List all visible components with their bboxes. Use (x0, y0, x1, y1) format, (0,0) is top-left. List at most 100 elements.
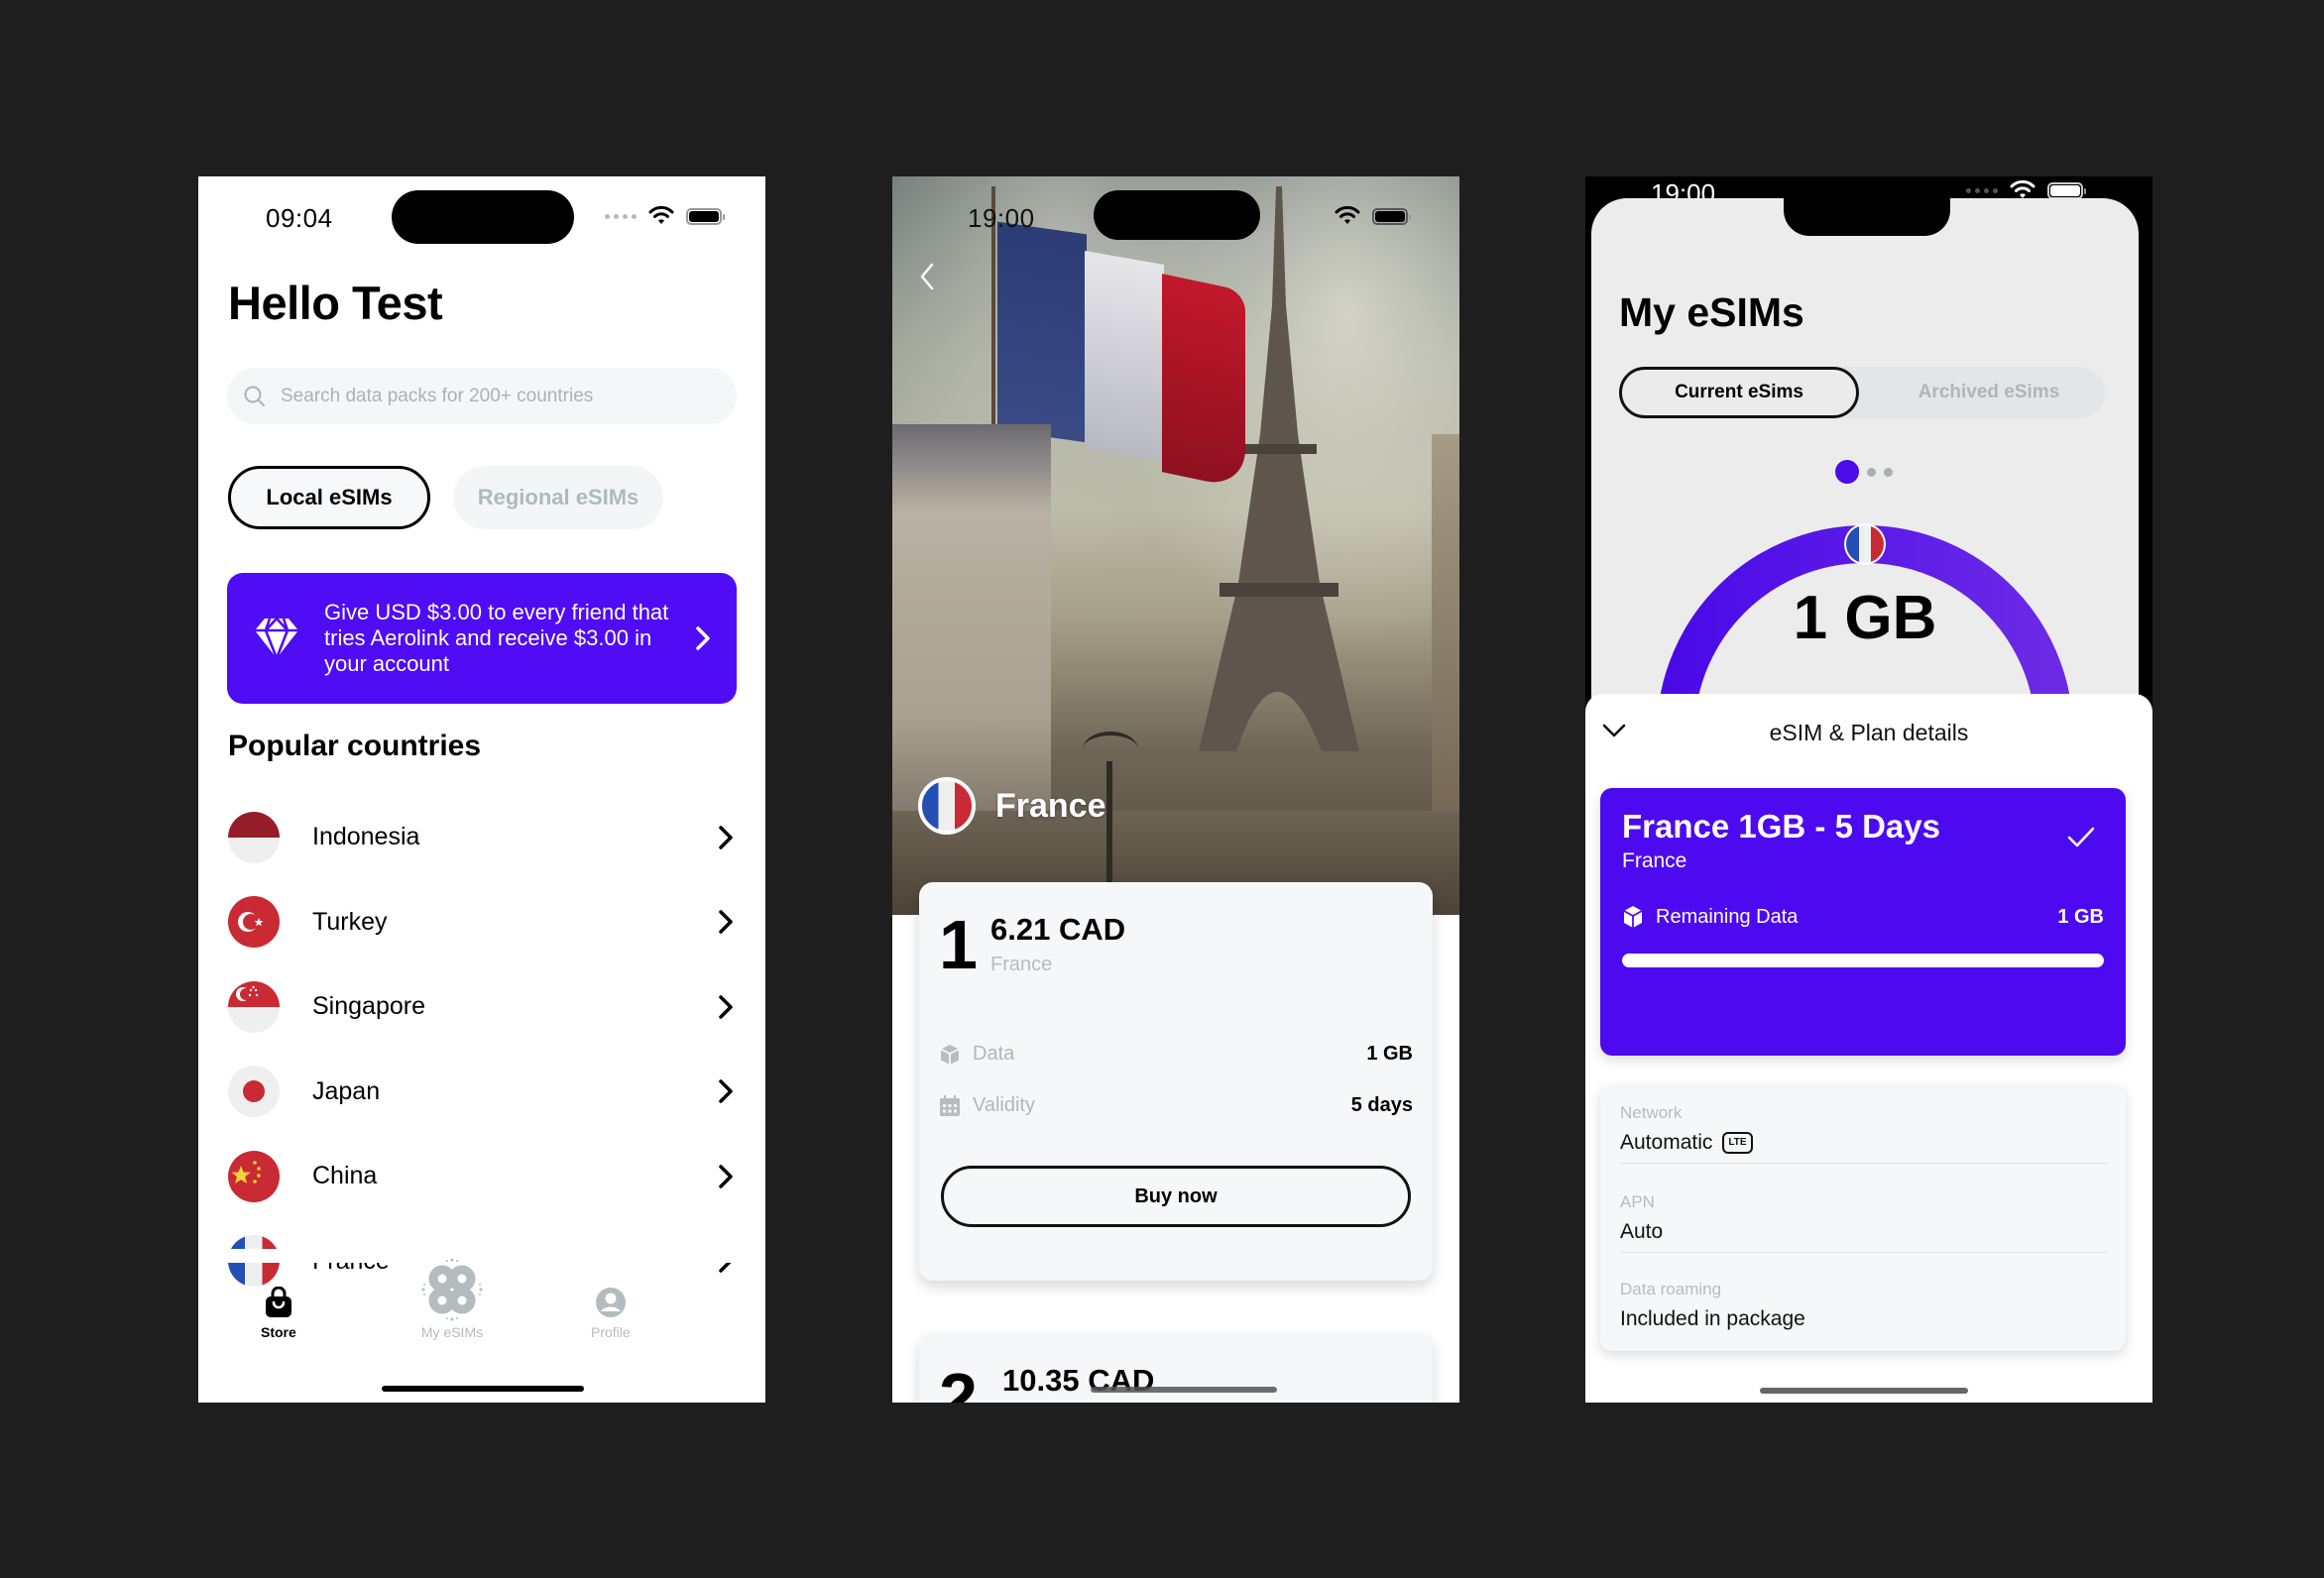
network-label: Network (1620, 1103, 1683, 1122)
status-icons (1966, 180, 2086, 200)
gauge-value: 1 GB (1793, 584, 1937, 652)
store-screen: 09:04 Hello Test Local eSIMs Regional eS… (198, 176, 765, 1403)
plan-index: 1 (939, 906, 978, 983)
tab-archived-esims[interactable]: Archived eSims (1873, 367, 2105, 418)
apn-row: APN Auto (1620, 1192, 2108, 1253)
turkey-flag-icon (228, 896, 280, 949)
profile-icon (595, 1288, 626, 1317)
remaining-data-row: Remaining Data 1 GB (1622, 905, 2104, 929)
buy-now-button[interactable]: Buy now (941, 1166, 1411, 1227)
signal-icon (1966, 187, 1998, 193)
search-icon (244, 386, 265, 406)
my-esims-screen: 19:00 My eSIMs Current eSims Archived eS… (1585, 176, 2152, 1403)
search-bar[interactable] (227, 368, 737, 424)
bottom-tab-bar: Store My eSIMs Profile (198, 1257, 765, 1356)
tab-label: My eSIMs (420, 1324, 484, 1340)
esim-segment-control: Current eSims Archived eSims (1619, 367, 2105, 418)
country-row-singapore[interactable]: Singapore (228, 964, 738, 1050)
france-flag-icon (1844, 523, 1886, 565)
lte-badge: LTE (1722, 1132, 1753, 1154)
referral-promo-banner[interactable]: Give USD $3.00 to every friend that trie… (227, 573, 737, 704)
tab-current-esims[interactable]: Current eSims (1619, 367, 1859, 418)
remaining-data-progress (1622, 954, 2104, 967)
tab-store[interactable]: Store (261, 1287, 296, 1340)
plan-data-value: 1 GB (1366, 1043, 1413, 1065)
singapore-flag-icon (228, 980, 280, 1033)
plan-validity-value: 5 days (1350, 1094, 1413, 1116)
status-icons (605, 206, 725, 226)
status-time: 09:04 (266, 203, 333, 233)
chevron-right-icon (719, 1079, 733, 1103)
network-value: Automatic (1620, 1131, 1713, 1154)
calendar-icon (940, 1094, 960, 1116)
diamond-icon (255, 617, 298, 659)
country-name: Japan (312, 1076, 381, 1105)
wifi-icon (1335, 206, 1360, 224)
carousel-pager (1835, 460, 1893, 484)
battery-icon (686, 207, 725, 225)
pager-dot[interactable] (1867, 467, 1876, 477)
wifi-icon (648, 206, 674, 224)
china-flag-icon (228, 1150, 280, 1202)
remaining-data-value: 1 GB (2057, 905, 2104, 928)
active-plan-card[interactable]: France 1GB - 5 Days France Remaining Dat… (1600, 788, 2126, 1056)
battery-icon (2047, 181, 2086, 199)
plan-country: France (990, 954, 1053, 975)
plan-price: 6.21 CAD (990, 912, 1126, 947)
battery-icon (1372, 207, 1411, 225)
signal-icon (605, 213, 637, 219)
remaining-data-label: Remaining Data (1656, 905, 1799, 928)
search-input[interactable] (281, 385, 697, 407)
tab-profile[interactable]: Profile (591, 1287, 631, 1340)
back-button[interactable] (918, 262, 936, 291)
esim-logo-icon (421, 1258, 483, 1321)
plan-data-label: Data (973, 1043, 1015, 1065)
home-indicator (382, 1386, 584, 1392)
home-indicator (1760, 1388, 1968, 1394)
plan-card[interactable]: 1 6.21 CAD France Data 1 GB Validity 5 d… (919, 882, 1433, 1281)
tab-label: Store (261, 1324, 296, 1340)
plan-details-sheet: eSIM & Plan details France 1GB - 5 Days … (1585, 694, 2152, 1403)
indonesia-flag-icon (228, 811, 280, 863)
country-name: China (312, 1162, 378, 1190)
plan-validity-label: Validity (973, 1094, 1035, 1116)
network-info-card: Network Automatic LTE APN Auto Data roami… (1600, 1085, 2126, 1351)
data-roaming-value: Included in package (1620, 1307, 1805, 1330)
status-icons (1335, 206, 1411, 226)
pager-dot-active[interactable] (1835, 460, 1859, 484)
country-row-japan[interactable]: Japan (228, 1050, 738, 1135)
apn-value: Auto (1620, 1220, 1664, 1243)
tab-label: Profile (591, 1324, 631, 1340)
data-box-icon (940, 1044, 960, 1065)
tab-my-esims[interactable]: My eSIMs (420, 1257, 484, 1340)
progress-fill (1622, 954, 2104, 967)
chevron-right-icon (719, 910, 733, 934)
country-row-turkey[interactable]: Turkey (228, 880, 738, 965)
country-name: Turkey (312, 907, 388, 936)
country-row-indonesia[interactable]: Indonesia (228, 795, 738, 880)
checkmark-icon (2067, 827, 2095, 847)
chevron-right-icon (719, 826, 733, 849)
tab-local-esims[interactable]: Local eSIMs (228, 466, 430, 529)
chevron-right-icon (696, 626, 710, 650)
plan-price: 10.35 CAD (1002, 1363, 1155, 1398)
home-indicator (1091, 1387, 1277, 1393)
dynamic-island (392, 190, 574, 244)
chevron-right-icon (719, 1165, 733, 1188)
data-roaming-label: Data roaming (1620, 1280, 1722, 1298)
network-row: Network Automatic LTE (1620, 1103, 2108, 1164)
country-row-china[interactable]: China (228, 1134, 738, 1219)
pager-dot[interactable] (1884, 467, 1893, 477)
promo-text: Give USD $3.00 to every friend that trie… (324, 600, 669, 676)
france-flag-icon (918, 777, 976, 835)
plan-name: France 1GB - 5 Days (1622, 808, 1940, 845)
dynamic-island (1094, 190, 1260, 240)
country-list: Indonesia Turkey Singapore Japan China (228, 795, 738, 1303)
tab-regional-esims[interactable]: Regional eSIMs (453, 466, 663, 529)
sheet-title: eSIM & Plan details (1769, 720, 1969, 745)
plan-country: France (1622, 849, 1687, 872)
status-time: 19:00 (968, 203, 1035, 233)
country-name: Singapore (312, 992, 425, 1021)
apn-label: APN (1620, 1192, 1655, 1211)
shopping-bag-icon (265, 1287, 291, 1317)
